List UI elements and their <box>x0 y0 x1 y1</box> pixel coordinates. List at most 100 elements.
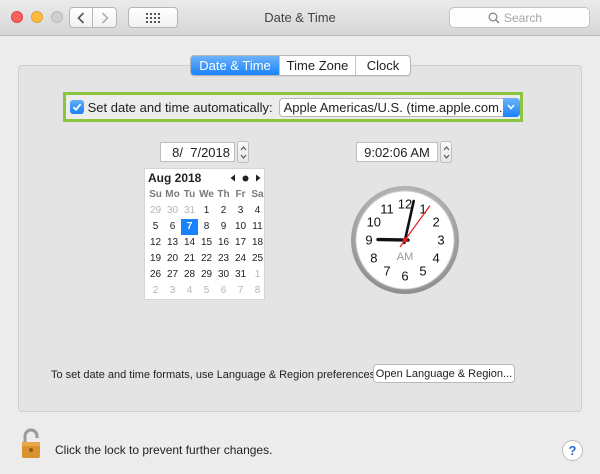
calendar-day[interactable]: 30 <box>164 203 181 219</box>
calendar-day[interactable]: 23 <box>215 251 232 267</box>
time-stepper[interactable] <box>440 141 452 163</box>
time-field[interactable]: 9:02:06 AM <box>356 142 438 162</box>
calendar-day[interactable]: 31 <box>232 267 249 283</box>
calendar-day[interactable]: 27 <box>164 267 181 283</box>
calendar-day[interactable]: 4 <box>181 283 198 299</box>
close-window-button[interactable] <box>11 11 23 23</box>
calendar-day[interactable]: 31 <box>181 203 198 219</box>
calendar-day[interactable]: 6 <box>164 219 181 235</box>
clock-number: 3 <box>437 233 444 248</box>
date-value: 8/ 7/2018 <box>172 144 230 160</box>
calendar-header: Aug 2018 <box>145 169 264 187</box>
calendar-day[interactable]: 2 <box>215 203 232 219</box>
calendar-day[interactable]: 7 <box>181 219 198 235</box>
calendar-day[interactable]: 7 <box>232 283 249 299</box>
next-month-icon[interactable] <box>255 174 261 182</box>
lock-button[interactable] <box>21 428 43 463</box>
checkmark-icon <box>72 103 82 112</box>
analog-clock: 12 12 3 45678 9 1011 AM <box>351 186 459 294</box>
calendar-day[interactable]: 8 <box>198 219 215 235</box>
calendar-day[interactable]: 1 <box>198 203 215 219</box>
forward-button[interactable] <box>93 7 117 28</box>
calendar-day[interactable]: 10 <box>232 219 249 235</box>
minimize-window-button[interactable] <box>31 11 43 23</box>
clock-number: 8 <box>370 251 377 266</box>
search-input[interactable]: Search <box>449 7 590 28</box>
stepper-up-icon <box>240 145 246 150</box>
calendar-day[interactable]: 2 <box>147 283 164 299</box>
calendar-day[interactable]: 24 <box>232 251 249 267</box>
clock-number: 6 <box>401 269 408 284</box>
stepper-down-icon <box>240 154 246 159</box>
calendar-day[interactable]: 17 <box>232 235 249 251</box>
calendar-day[interactable]: 29 <box>147 203 164 219</box>
help-icon: ? <box>568 443 577 458</box>
calendar-day[interactable]: 4 <box>249 203 266 219</box>
weekday-label: Tu <box>183 189 196 200</box>
calendar-day[interactable]: 30 <box>215 267 232 283</box>
calendar-day[interactable]: 15 <box>198 235 215 251</box>
chevron-down-icon <box>502 97 520 117</box>
calendar-nav <box>230 174 261 182</box>
clock-number: 4 <box>433 251 440 266</box>
chevron-right-icon <box>101 11 109 24</box>
weekday-label: Sa <box>251 189 264 200</box>
auto-time-row: Set date and time automatically: Apple A… <box>63 92 523 122</box>
previous-month-icon[interactable] <box>230 174 236 182</box>
formats-hint: To set date and time formats, use Langua… <box>51 369 379 381</box>
today-dot-icon[interactable] <box>242 175 249 182</box>
calendar-day[interactable]: 5 <box>198 283 215 299</box>
calendar: Aug 2018 Su Mo Tu We Th Fr Sa 29 30 31 1 2 3 4 5 6 7 8 9 10… <box>144 168 265 300</box>
date-stepper[interactable] <box>237 141 249 163</box>
zoom-window-button[interactable] <box>51 11 63 23</box>
tab-time-zone[interactable]: Time Zone <box>279 56 355 75</box>
search-icon <box>488 12 500 24</box>
lock-label: Click the lock to prevent further change… <box>55 443 273 457</box>
calendar-day[interactable]: 18 <box>249 235 266 251</box>
calendar-day[interactable]: 3 <box>232 203 249 219</box>
auto-time-checkbox[interactable] <box>70 100 84 114</box>
clock-number: 5 <box>419 264 426 279</box>
calendar-grid: Su Mo Tu We Th Fr Sa 29 30 31 1 2 3 4 5 6 7 8 9 10 11 12 13 14 1… <box>147 187 264 299</box>
tab-date-time[interactable]: Date & Time <box>191 56 279 75</box>
search-placeholder: Search <box>504 10 543 25</box>
chevron-left-icon <box>77 11 85 24</box>
calendar-day[interactable]: 25 <box>249 251 266 267</box>
calendar-day[interactable]: 13 <box>164 235 181 251</box>
back-button[interactable] <box>69 7 93 28</box>
open-language-region-button[interactable]: Open Language & Region... <box>373 364 515 383</box>
calendar-day[interactable]: 9 <box>215 219 232 235</box>
calendar-day[interactable]: 26 <box>147 267 164 283</box>
date-field[interactable]: 8/ 7/2018 <box>160 142 235 162</box>
calendar-day[interactable]: 14 <box>181 235 198 251</box>
calendar-day[interactable]: 6 <box>215 283 232 299</box>
show-all-button[interactable] <box>128 7 178 28</box>
calendar-day[interactable]: 21 <box>181 251 198 267</box>
tab-clock[interactable]: Clock <box>355 56 410 75</box>
lock-icon <box>22 428 40 458</box>
weekday-label: Mo <box>165 189 180 200</box>
calendar-day[interactable]: 12 <box>147 235 164 251</box>
calendar-day[interactable]: 19 <box>147 251 164 267</box>
weekday-label: Fr <box>235 189 246 200</box>
calendar-day[interactable]: 16 <box>215 235 232 251</box>
clock-number: 11 <box>380 201 394 216</box>
calendar-day[interactable]: 20 <box>164 251 181 267</box>
calendar-day[interactable]: 29 <box>198 267 215 283</box>
calendar-day[interactable]: 11 <box>249 219 266 235</box>
clock-number: 1 <box>419 201 426 216</box>
calendar-day[interactable]: 8 <box>249 283 266 299</box>
calendar-day[interactable]: 3 <box>164 283 181 299</box>
weekday-label: Th <box>217 189 230 200</box>
calendar-day[interactable]: 22 <box>198 251 215 267</box>
time-value: 9:02:06 AM <box>364 144 430 160</box>
time-server-select[interactable]: Apple Americas/U.S. (time.apple.com.) <box>278 97 520 117</box>
weekday-label: We <box>199 189 214 200</box>
clock-ampm: AM <box>397 251 414 263</box>
calendar-day[interactable]: 1 <box>249 267 266 283</box>
grid-icon <box>146 12 160 23</box>
calendar-day[interactable]: 5 <box>147 219 164 235</box>
help-button[interactable]: ? <box>562 440 583 461</box>
clock-number: 9 <box>365 233 372 248</box>
calendar-day[interactable]: 28 <box>181 267 198 283</box>
